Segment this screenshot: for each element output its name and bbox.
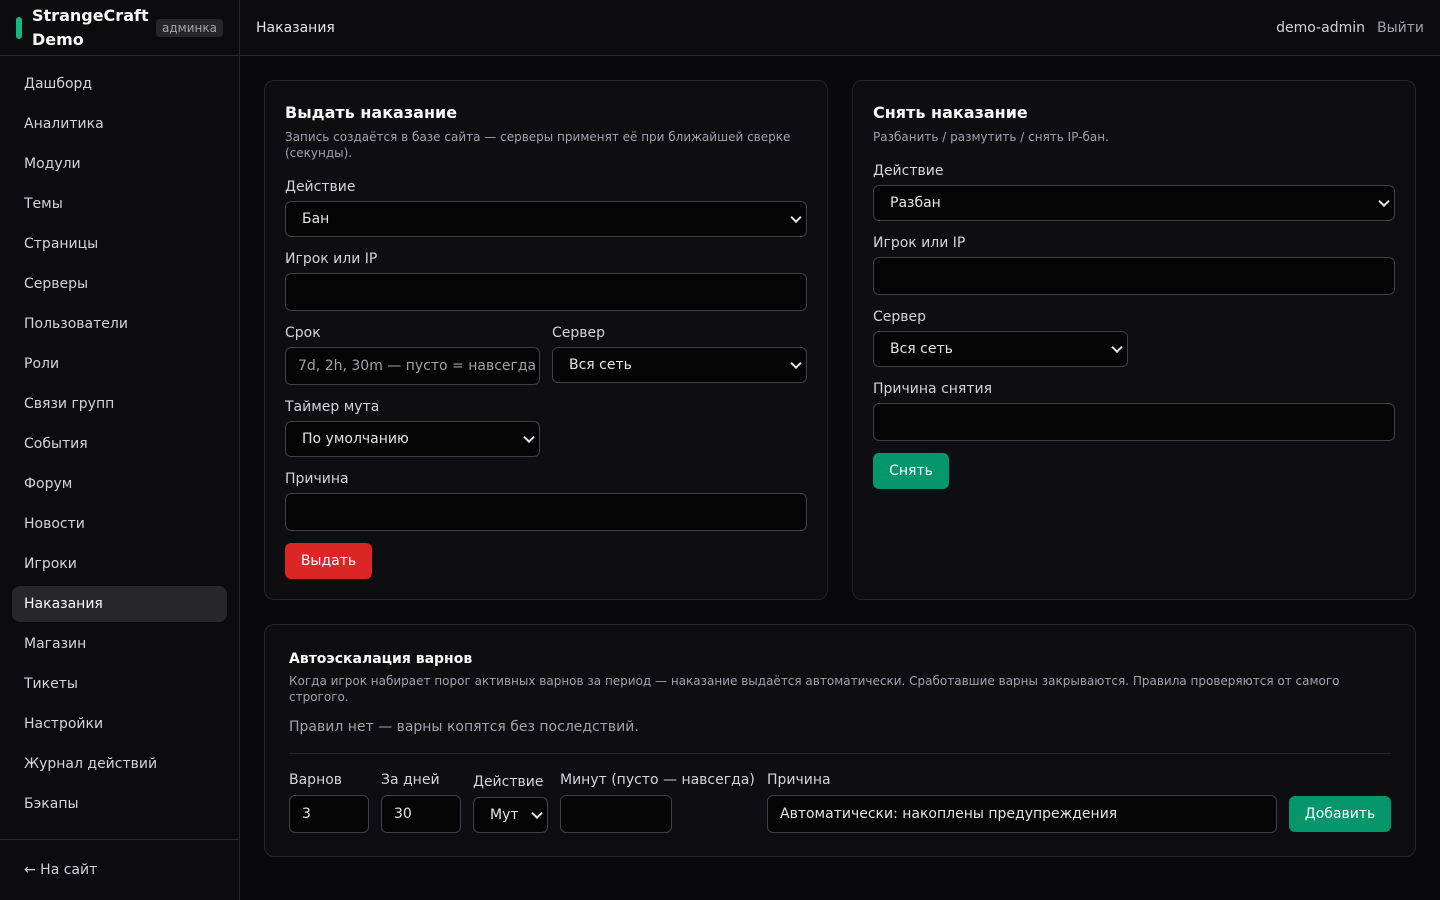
escalation-title: Автоэскалация варнов	[289, 651, 473, 667]
current-user[interactable]: demo-admin	[1276, 20, 1365, 36]
minutes-input[interactable]	[560, 795, 672, 833]
revoke-action-label: Действие	[873, 163, 944, 179]
sidebar-nav: Дашборд Аналитика Модули Темы Страницы Сервер…	[0, 56, 239, 836]
issue-server-select[interactable]: Вся сеть	[552, 347, 807, 383]
issue-server-label: Сервер	[552, 325, 606, 341]
issue-reason-label: Причина	[285, 471, 349, 487]
warn-escalation-card: Автоэскалация варнов Когда игрок набирае…	[264, 624, 1416, 857]
sidebar-item[interactable]: Тикеты	[12, 666, 227, 702]
revoke-description: Разбанить / размутить / снять IP-бан.	[873, 130, 1109, 144]
sidebar-item[interactable]: Связи групп	[12, 386, 227, 422]
minutes-label: Минут (пусто — навсегда)	[560, 772, 755, 788]
revoke-action-value: Разбан	[890, 195, 941, 211]
sidebar-item[interactable]: Наказания	[12, 586, 227, 622]
sidebar-item[interactable]: Игроки	[12, 546, 227, 582]
sidebar-item[interactable]: Пользователи	[12, 306, 227, 342]
issue-reason-input[interactable]	[285, 493, 807, 531]
revoke-server-label: Сервер	[873, 309, 927, 325]
sidebar-item[interactable]: Дашборд	[12, 66, 227, 102]
escalation-description: Когда игрок набирает порог активных варн…	[289, 674, 1340, 704]
sidebar-item[interactable]: Форум	[12, 466, 227, 502]
revoke-reason-input[interactable]	[873, 403, 1395, 441]
sidebar-item[interactable]: Настройки	[12, 706, 227, 742]
issue-action-value: Бан	[302, 211, 330, 227]
sidebar-item[interactable]: Страницы	[12, 226, 227, 262]
sidebar-item[interactable]: Магазин	[12, 626, 227, 662]
issue-title: Выдать наказание	[285, 103, 458, 122]
page-title: Наказания	[256, 19, 335, 36]
sidebar-item[interactable]: Аналитика	[12, 106, 227, 142]
escalation-action-label: Действие	[473, 774, 544, 790]
admin-badge: админка	[156, 18, 223, 37]
issue-punishment-card: Выдать наказание Запись создаётся в базе…	[264, 80, 828, 600]
escalation-reason-input[interactable]: Автоматически: накоплены предупреждения	[767, 795, 1277, 833]
sidebar-item[interactable]: Новости	[12, 506, 227, 542]
issue-action-label: Действие	[285, 179, 356, 195]
brand-name[interactable]: StrangeCraft Demo	[32, 4, 156, 52]
add-rule-button[interactable]: Добавить	[1289, 796, 1391, 832]
issue-target-input[interactable]	[285, 273, 807, 311]
issue-description: Запись создаётся в базе сайта — серверы …	[285, 130, 791, 160]
top-bar: Наказания demo-admin Выйти	[240, 0, 1440, 56]
revoke-server-value: Вся сеть	[890, 341, 953, 357]
brand-accent-bar	[16, 16, 22, 39]
issue-submit-button[interactable]: Выдать	[285, 543, 372, 579]
mute-timer-select[interactable]: По умолчанию	[285, 421, 540, 457]
sidebar: StrangeCraft Demo админка Дашборд Аналити…	[0, 0, 240, 900]
mute-timer-label: Таймер мута	[285, 399, 380, 415]
divider	[289, 753, 1391, 754]
sidebar-item[interactable]: Серверы	[12, 266, 227, 302]
mute-timer-value: По умолчанию	[302, 431, 409, 447]
escalation-empty-text: Правил нет — варны копятся без последств…	[289, 719, 639, 735]
warns-input[interactable]: 3	[289, 795, 369, 833]
duration-input[interactable]: 7d, 2h, 30m — пусто = навсегда	[285, 347, 540, 385]
sidebar-item[interactable]: Роли	[12, 346, 227, 382]
back-to-site-link[interactable]: ← На сайт	[0, 839, 239, 900]
issue-target-label: Игрок или IP	[285, 251, 378, 267]
sidebar-item[interactable]: Темы	[12, 186, 227, 222]
revoke-target-input[interactable]	[873, 257, 1395, 295]
issue-action-select[interactable]: Бан	[285, 201, 807, 237]
escalation-action-value: Мут	[490, 807, 519, 823]
revoke-target-label: Игрок или IP	[873, 235, 966, 251]
revoke-server-select[interactable]: Вся сеть	[873, 331, 1128, 367]
sidebar-item[interactable]: Модули	[12, 146, 227, 182]
days-label: За дней	[381, 772, 440, 788]
revoke-reason-label: Причина снятия	[873, 381, 993, 397]
escalation-action-select[interactable]: Мут	[473, 797, 548, 833]
revoke-punishment-card: Снять наказание Разбанить / размутить / …	[852, 80, 1416, 600]
revoke-title: Снять наказание	[873, 103, 1028, 122]
logout-link[interactable]: Выйти	[1377, 20, 1424, 36]
revoke-action-select[interactable]: Разбан	[873, 185, 1395, 221]
revoke-submit-button[interactable]: Снять	[873, 453, 949, 489]
issue-server-value: Вся сеть	[569, 357, 632, 373]
escalation-reason-label: Причина	[767, 772, 831, 788]
sidebar-item[interactable]: Журнал действий	[12, 746, 227, 782]
sidebar-item[interactable]: События	[12, 426, 227, 462]
brand: StrangeCraft Demo админка	[0, 0, 239, 56]
sidebar-item[interactable]: Бэкапы	[12, 786, 227, 822]
warns-label: Варнов	[289, 772, 343, 788]
duration-label: Срок	[285, 325, 321, 341]
days-input[interactable]: 30	[381, 795, 461, 833]
